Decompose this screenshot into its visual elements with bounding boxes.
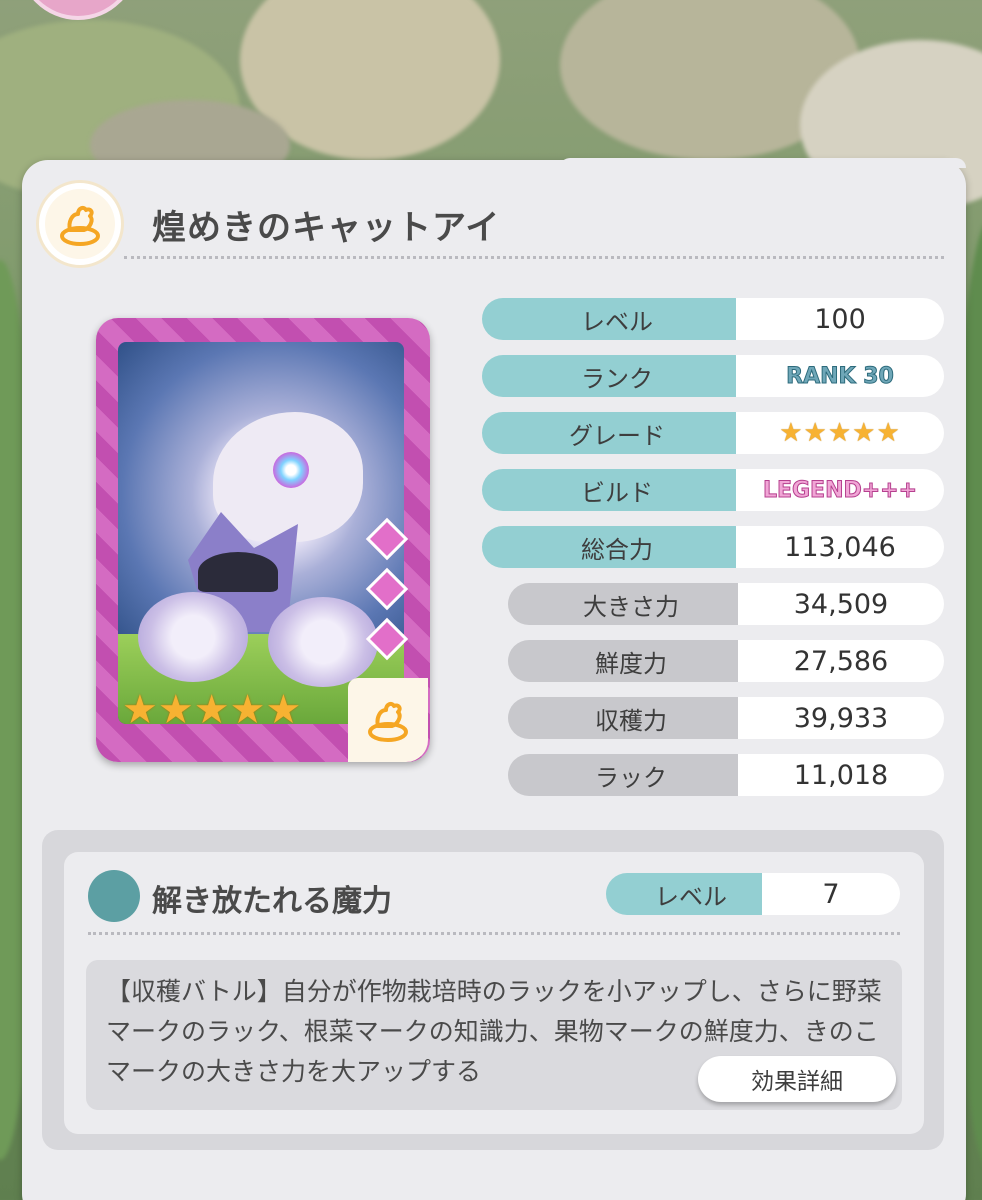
stat-level: レベル 100 xyxy=(482,298,944,340)
stat-luck: ラック 11,018 xyxy=(508,754,944,796)
skill-level: レベル 7 xyxy=(606,873,900,915)
stat-total: 総合力 113,046 xyxy=(482,526,944,568)
stat-build: ビルド LEGEND+++ xyxy=(482,469,944,511)
skill-icon xyxy=(88,870,140,922)
build-badge: LEGEND+++ xyxy=(762,477,918,503)
item-card[interactable]: ★★★★★ xyxy=(96,318,430,762)
stat-size: 大きさ力 34,509 xyxy=(508,583,944,625)
item-title: 煌めきのキャットアイ xyxy=(152,208,501,248)
rank-badge: RANK 30 xyxy=(786,363,895,389)
stat-freshness: 鮮度力 27,586 xyxy=(508,640,944,682)
header-divider xyxy=(124,256,944,259)
item-type-badge xyxy=(36,180,124,268)
skill-name: 解き放たれる魔力 xyxy=(152,884,392,919)
cat-hand-icon xyxy=(60,205,100,246)
stat-rank: ランク RANK 30 xyxy=(482,355,944,397)
avatar[interactable] xyxy=(18,0,138,20)
card-artwork xyxy=(118,342,404,724)
stat-grade: グレード ★★★★★ xyxy=(482,412,944,454)
card-type-mark xyxy=(348,678,428,762)
grade-star-rating: ★★★★★ xyxy=(779,418,901,448)
card-star-rating: ★★★★★ xyxy=(122,687,302,733)
effect-detail-button[interactable]: 効果詳細 xyxy=(698,1056,896,1102)
item-header: 煌めきのキャットアイ xyxy=(36,180,946,268)
skill-divider xyxy=(88,932,900,935)
stat-harvest: 収穫力 39,933 xyxy=(508,697,944,739)
cat-hand-icon xyxy=(368,701,408,742)
